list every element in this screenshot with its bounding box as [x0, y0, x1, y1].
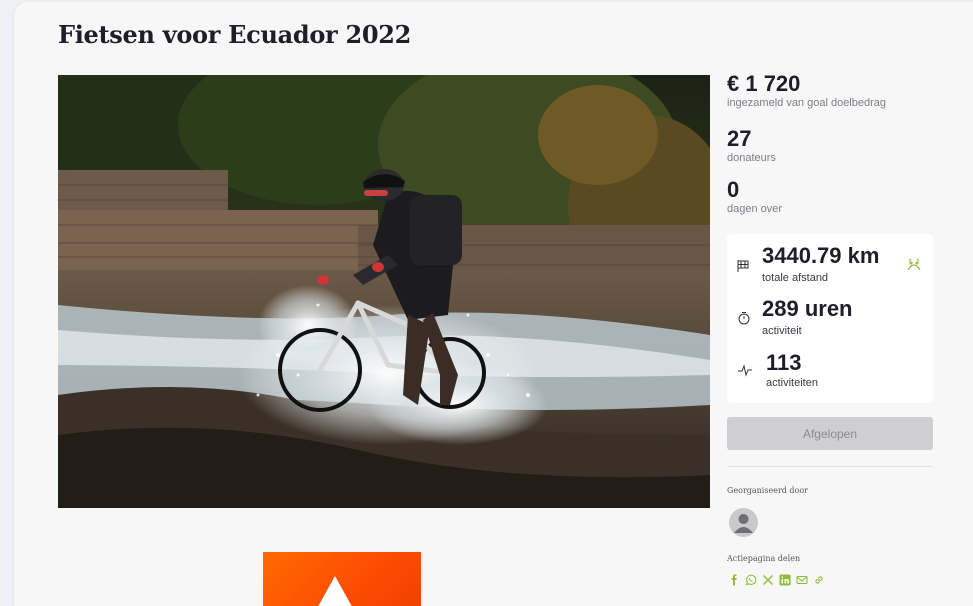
share-label: Actiepagina delen	[727, 554, 801, 563]
mail-icon[interactable]	[795, 573, 808, 586]
pulse-icon	[737, 362, 753, 378]
days-left-stat: 0 dagen over	[727, 178, 782, 216]
activity-metrics-panel: 3440.79 km totale afstand 289 uren activ…	[727, 234, 933, 403]
days-left-count: 0	[727, 177, 740, 202]
x-icon[interactable]	[761, 573, 774, 586]
share-buttons	[727, 573, 825, 586]
activities-label: activiteiten	[766, 377, 818, 389]
organizer-avatar[interactable]	[729, 508, 758, 537]
linkedin-icon[interactable]	[778, 573, 791, 586]
link-icon[interactable]	[812, 573, 825, 586]
duration-value: 289 uren	[762, 296, 853, 321]
stopwatch-icon	[737, 310, 753, 326]
whatsapp-icon[interactable]	[744, 573, 757, 586]
page-title: Fietsen voor Ecuador 2022	[58, 20, 412, 49]
raised-stat: € 1 720 ingezameld van goal doelbedrag	[727, 72, 886, 110]
duration-label: activiteit	[762, 325, 802, 337]
days-left-label: dagen over	[727, 203, 783, 215]
distance-info-icon[interactable]	[906, 257, 922, 273]
strava-logo-tile[interactable]	[263, 552, 421, 606]
distance-label: totale afstand	[762, 272, 829, 284]
raised-label: ingezameld van goal doelbedrag	[727, 97, 887, 109]
strava-logo-icon	[315, 576, 355, 606]
user-icon	[734, 514, 753, 533]
activities-value: 113	[766, 350, 802, 375]
facebook-icon[interactable]	[727, 573, 740, 586]
donors-label: donateurs	[727, 152, 776, 164]
campaign-hero-image	[58, 75, 710, 508]
distance-value: 3440.79 km	[762, 243, 880, 268]
divider	[727, 466, 933, 467]
campaign-ended-button[interactable]: Afgelopen	[727, 417, 933, 450]
organizer-label: Georganiseerd door	[727, 486, 809, 495]
donors-stat: 27 donateurs	[727, 127, 776, 165]
donors-count: 27	[727, 126, 752, 151]
finish-flag-icon	[736, 258, 752, 274]
raised-amount: € 1 720	[727, 71, 801, 96]
